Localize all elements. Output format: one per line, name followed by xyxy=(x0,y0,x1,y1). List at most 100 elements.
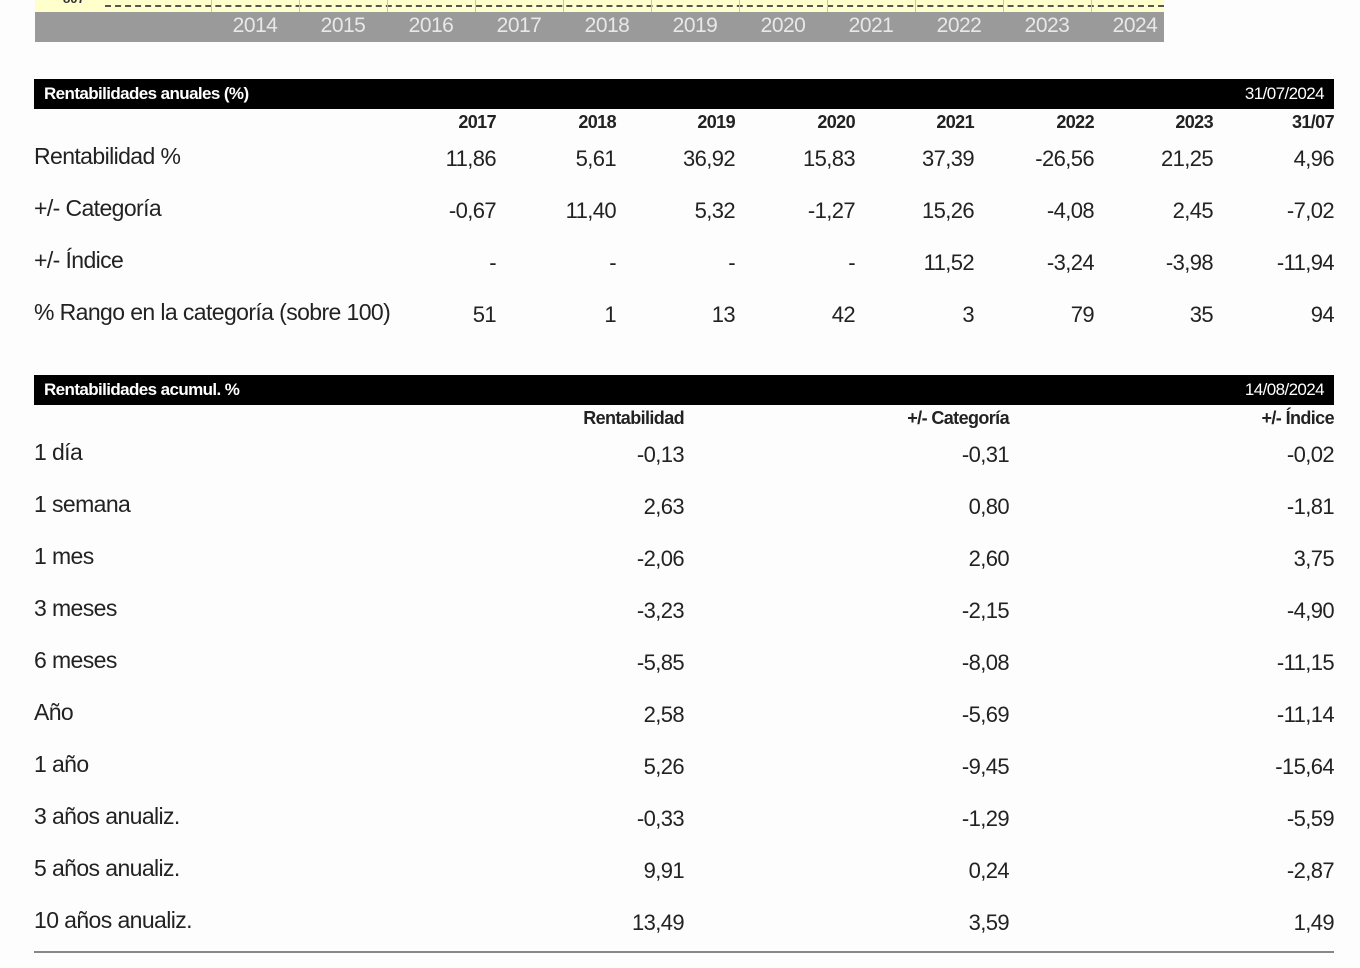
annual-returns-table: 2017 2018 2019 2020 2021 2022 2023 31/07 Rentabi… xyxy=(34,110,1335,340)
chart-x-tick: 2021 xyxy=(848,14,894,37)
table-cell: 1 xyxy=(604,302,616,327)
table-cell: - xyxy=(848,250,855,275)
chart-vertical-gridline xyxy=(739,0,740,12)
table-cell: 42 xyxy=(831,302,856,327)
row-label: 6 meses xyxy=(34,647,117,673)
table-cell: -5,85 xyxy=(636,650,685,675)
column-header: +/- Categoría xyxy=(907,408,1009,428)
table-cell: 37,39 xyxy=(921,146,975,171)
chart-x-tick: 2022 xyxy=(936,14,982,37)
table-cell: -8,08 xyxy=(961,650,1010,675)
chart-vertical-gridline xyxy=(563,0,564,12)
table-cell: 2,58 xyxy=(643,702,685,727)
row-label: Rentabilidad % xyxy=(34,143,181,169)
column-header: 2021 xyxy=(936,112,974,132)
table-cell: 15,83 xyxy=(802,146,856,171)
chart-vertical-gridline xyxy=(1003,0,1004,12)
chart-y-label: 807 xyxy=(63,0,85,6)
chart-vertical-gridline xyxy=(299,0,300,12)
chart-x-tick: 2017 xyxy=(496,14,542,37)
table-cell: 3 xyxy=(962,302,974,327)
chart-x-axis: 2014 2015 2016 2017 2018 2019 2020 2021 2022 2023… xyxy=(35,12,1164,42)
chart-vertical-gridline xyxy=(651,0,652,12)
table-cell: -11,14 xyxy=(1276,702,1335,727)
chart-vertical-gridline xyxy=(827,0,828,12)
table-cell: -1,29 xyxy=(961,806,1010,831)
performance-chart: 807 2014 2015 2016 2017 2018 2019 2020 2021 2022… xyxy=(35,0,1164,42)
table-cell: -0,02 xyxy=(1286,442,1335,467)
table-cell: 11,40 xyxy=(565,198,617,223)
table-cell: 5,26 xyxy=(643,754,685,779)
table-cell: - xyxy=(728,250,735,275)
chart-x-tick: 2023 xyxy=(1024,14,1070,37)
chart-x-tick: 2016 xyxy=(408,14,454,37)
table-cell: -11,94 xyxy=(1276,250,1335,275)
table-cell: -3,23 xyxy=(636,598,685,623)
table-cell: 1,49 xyxy=(1293,910,1335,935)
table-cell: 79 xyxy=(1070,302,1095,327)
table-cell: 11,52 xyxy=(923,250,975,275)
row-label: 3 años anualiz. xyxy=(34,803,180,829)
table-cell: -2,15 xyxy=(961,598,1010,623)
chart-plot-area: 807 xyxy=(35,0,1164,12)
row-label: 3 meses xyxy=(34,595,117,621)
table-cell: -2,06 xyxy=(636,546,685,571)
table-cell: -5,69 xyxy=(961,702,1010,727)
chart-vertical-gridline xyxy=(211,0,212,12)
table-cell: 2,63 xyxy=(643,494,685,519)
column-header: 2017 xyxy=(458,112,496,132)
chart-gridline xyxy=(105,5,1164,7)
table-cell: 51 xyxy=(472,302,497,327)
table-cell: 5,61 xyxy=(575,146,617,171)
table-cell: -9,45 xyxy=(961,754,1010,779)
row-label: % Rango en la categoría (sobre 100) xyxy=(34,299,391,325)
table-cell: 21,25 xyxy=(1160,146,1214,171)
chart-x-tick: 2019 xyxy=(672,14,718,37)
chart-vertical-gridline xyxy=(475,0,476,12)
column-header: 2019 xyxy=(697,112,735,132)
cumulative-returns-title: Rentabilidades acumul. % xyxy=(44,380,240,399)
table-cell: 35 xyxy=(1189,302,1214,327)
column-header: 2023 xyxy=(1175,112,1213,132)
table-cell: 9,91 xyxy=(643,858,685,883)
table-cell: 0,24 xyxy=(968,858,1010,883)
table-cell: 11,86 xyxy=(445,146,497,171)
annual-returns-date: 31/07/2024 xyxy=(1244,84,1325,103)
table-cell: -26,56 xyxy=(1035,146,1094,171)
table-cell: - xyxy=(609,250,616,275)
row-label: 1 mes xyxy=(34,543,94,569)
annual-returns-title: Rentabilidades anuales (%) xyxy=(44,84,249,103)
chart-x-tick: 2024 xyxy=(1112,14,1158,37)
table-cell: -0,31 xyxy=(961,442,1010,467)
table-cell: -4,08 xyxy=(1046,198,1095,223)
table-cell: -0,67 xyxy=(448,198,497,223)
table-cell: 2,60 xyxy=(968,546,1010,571)
table-cell: -4,90 xyxy=(1286,598,1335,623)
table-cell: 13,49 xyxy=(631,910,685,935)
table-cell: -0,13 xyxy=(636,442,685,467)
cumulative-returns-date: 14/08/2024 xyxy=(1244,380,1325,399)
row-label: +/- Categoría xyxy=(34,195,162,221)
table-cell: -0,33 xyxy=(636,806,685,831)
cumulative-returns-table: Rentabilidad +/- Categoría +/- Índice 1 día… xyxy=(34,406,1335,946)
table-cell: 36,92 xyxy=(682,146,736,171)
table-cell: 94 xyxy=(1310,302,1335,327)
column-header: Rentabilidad xyxy=(583,408,684,428)
table-cell: 5,32 xyxy=(694,198,736,223)
row-label: +/- Índice xyxy=(34,247,124,273)
row-label: Año xyxy=(34,699,74,725)
table-cell: -3,24 xyxy=(1046,250,1095,275)
chart-x-tick: 2018 xyxy=(584,14,630,37)
table-cell: 13 xyxy=(711,302,736,327)
row-label: 1 semana xyxy=(34,491,131,517)
table-cell: - xyxy=(489,250,496,275)
column-header: 2020 xyxy=(817,112,855,132)
table-cell: -3,98 xyxy=(1165,250,1214,275)
row-label: 1 año xyxy=(34,751,89,777)
column-header: 31/07 xyxy=(1291,112,1335,132)
table-cell: 3,59 xyxy=(968,910,1010,935)
table-cell: -5,59 xyxy=(1286,806,1335,831)
column-header: 2018 xyxy=(578,112,616,132)
bottom-divider xyxy=(34,951,1334,953)
chart-x-tick: 2020 xyxy=(760,14,806,37)
